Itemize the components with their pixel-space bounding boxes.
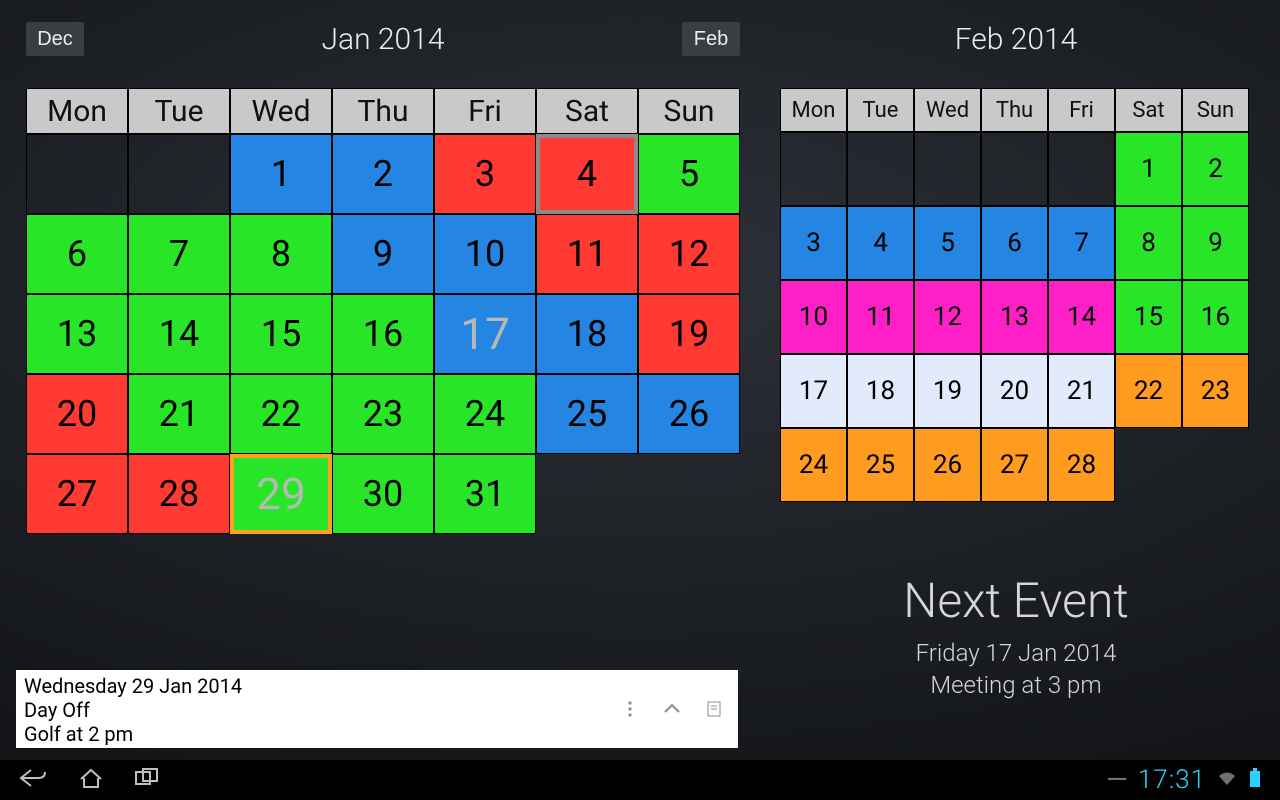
main-day-cell[interactable]: 18	[536, 294, 638, 374]
sec-day-cell[interactable]: 2	[1182, 132, 1249, 206]
sec-day-cell[interactable]: 4	[847, 206, 914, 280]
main-day-cell[interactable]: 22	[230, 374, 332, 454]
next-event-desc: Meeting at 3 pm	[780, 669, 1252, 701]
main-day-cell[interactable]: 30	[332, 454, 434, 534]
statusbar-clock: 17:31	[1138, 765, 1206, 795]
main-day-cell[interactable]: 21	[128, 374, 230, 454]
wifi-icon	[1216, 769, 1238, 792]
dow-header: Tue	[128, 88, 230, 134]
main-day-cell[interactable]: 19	[638, 294, 740, 374]
dow-header: Sun	[638, 88, 740, 134]
sec-day-cell[interactable]: 27	[981, 428, 1048, 502]
dow-header: Fri	[1048, 88, 1115, 132]
main-day-cell[interactable]: 5	[638, 134, 740, 214]
sec-day-cell[interactable]: 16	[1182, 280, 1249, 354]
main-day-cell[interactable]: 16	[332, 294, 434, 374]
dow-header: Sat	[1115, 88, 1182, 132]
overflow-icon[interactable]	[620, 699, 640, 719]
dow-header: Fri	[434, 88, 536, 134]
main-day-cell[interactable]: 23	[332, 374, 434, 454]
sec-day-cell[interactable]: 21	[1048, 354, 1115, 428]
sec-day-cell[interactable]: 26	[914, 428, 981, 502]
main-day-cell[interactable]: 26	[638, 374, 740, 454]
main-month-title: Jan 2014	[26, 22, 740, 57]
detail-date: Wednesday 29 Jan 2014	[24, 674, 598, 698]
dow-header: Sun	[1182, 88, 1249, 132]
next-event-heading: Next Event	[780, 572, 1252, 629]
main-day-cell[interactable]: 27	[26, 454, 128, 534]
main-day-cell[interactable]: 1	[230, 134, 332, 214]
note-icon[interactable]	[704, 699, 724, 719]
main-day-cell[interactable]: 6	[26, 214, 128, 294]
sec-month-title: Feb 2014	[780, 22, 1252, 57]
dow-header: Mon	[26, 88, 128, 134]
main-day-cell[interactable]: 12	[638, 214, 740, 294]
next-event-panel: Next Event Friday 17 Jan 2014 Meeting at…	[780, 572, 1252, 702]
sec-day-cell[interactable]: 28	[1048, 428, 1115, 502]
main-day-cell[interactable]: 3	[434, 134, 536, 214]
main-day-cell[interactable]: 9	[332, 214, 434, 294]
sec-day-cell[interactable]: 13	[981, 280, 1048, 354]
dow-header: Thu	[332, 88, 434, 134]
next-event-date: Friday 17 Jan 2014	[780, 637, 1252, 669]
sec-day-cell[interactable]: 5	[914, 206, 981, 280]
main-day-cell[interactable]: 10	[434, 214, 536, 294]
main-day-cell[interactable]: 15	[230, 294, 332, 374]
sec-day-cell[interactable]: 20	[981, 354, 1048, 428]
detail-line1: Day Off	[24, 698, 598, 722]
dow-header: Thu	[981, 88, 1048, 132]
day-detail-card: Wednesday 29 Jan 2014 Day Off Golf at 2 …	[16, 670, 738, 748]
calendar-secondary: MonTueWedThuFriSatSun 123456789101112131…	[780, 88, 1252, 502]
sec-day-cell[interactable]: 9	[1182, 206, 1249, 280]
sec-day-cell[interactable]: 18	[847, 354, 914, 428]
main-day-cell[interactable]: 17	[434, 294, 536, 374]
back-icon[interactable]	[18, 767, 48, 794]
sec-day-cell[interactable]: 15	[1115, 280, 1182, 354]
sec-day-cell[interactable]: 23	[1182, 354, 1249, 428]
main-day-cell[interactable]: 11	[536, 214, 638, 294]
sec-day-cell[interactable]: 10	[780, 280, 847, 354]
sec-day-cell[interactable]: 19	[914, 354, 981, 428]
dow-header: Tue	[847, 88, 914, 132]
main-day-cell[interactable]: 29	[230, 454, 332, 534]
main-day-cell[interactable]: 24	[434, 374, 536, 454]
sec-day-cell[interactable]: 3	[780, 206, 847, 280]
sec-day-cell[interactable]: 22	[1115, 354, 1182, 428]
main-day-cell[interactable]: 13	[26, 294, 128, 374]
dow-header: Wed	[914, 88, 981, 132]
sec-day-cell[interactable]: 12	[914, 280, 981, 354]
main-day-cell[interactable]: 20	[26, 374, 128, 454]
main-day-cell[interactable]: 7	[128, 214, 230, 294]
main-day-cell[interactable]: 2	[332, 134, 434, 214]
next-month-button[interactable]: Feb	[682, 22, 740, 56]
home-icon[interactable]	[78, 767, 104, 794]
dow-header: Wed	[230, 88, 332, 134]
sec-day-cell[interactable]: 14	[1048, 280, 1115, 354]
sec-day-cell[interactable]: 7	[1048, 206, 1115, 280]
sec-day-cell[interactable]: 17	[780, 354, 847, 428]
dow-header: Sat	[536, 88, 638, 134]
main-day-cell[interactable]: 28	[128, 454, 230, 534]
sec-day-cell[interactable]: 8	[1115, 206, 1182, 280]
system-navbar: — 17:31	[0, 760, 1280, 800]
calendar-main: MonTueWedThuFriSatSun 123456789101112131…	[26, 88, 740, 534]
sec-day-cell[interactable]: 24	[780, 428, 847, 502]
sec-day-cell[interactable]: 6	[981, 206, 1048, 280]
collapse-up-icon[interactable]	[662, 699, 682, 719]
sec-day-cell[interactable]: 11	[847, 280, 914, 354]
dow-header: Mon	[780, 88, 847, 132]
sec-day-cell[interactable]: 1	[1115, 132, 1182, 206]
sec-day-cell[interactable]: 25	[847, 428, 914, 502]
battery-icon	[1248, 768, 1262, 793]
main-day-cell[interactable]: 8	[230, 214, 332, 294]
main-day-cell[interactable]: 4	[536, 134, 638, 214]
recents-icon[interactable]	[134, 767, 162, 794]
main-day-cell[interactable]: 25	[536, 374, 638, 454]
main-day-cell[interactable]: 14	[128, 294, 230, 374]
detail-line2: Golf at 2 pm	[24, 722, 598, 746]
main-day-cell[interactable]: 31	[434, 454, 536, 534]
